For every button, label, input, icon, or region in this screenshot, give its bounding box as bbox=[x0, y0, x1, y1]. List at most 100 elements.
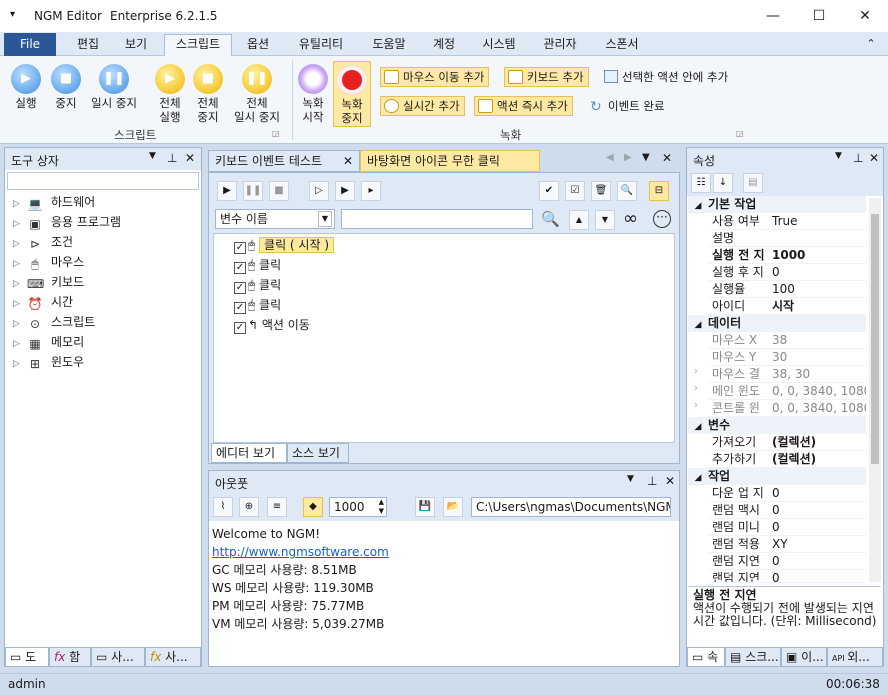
maximize-icon[interactable]: ☐ bbox=[796, 0, 842, 32]
dropdown-icon[interactable]: ▼ bbox=[642, 152, 650, 163]
menu-script[interactable]: 스크립트 bbox=[164, 34, 232, 56]
property-row[interactable]: 메인 윈도 0, 0, 3840, 1080 bbox=[708, 383, 866, 400]
category-data[interactable]: ◢ 데이터 bbox=[688, 315, 866, 332]
broom-icon[interactable]: ⌇ bbox=[213, 497, 233, 517]
expand-icon[interactable]: › bbox=[694, 383, 698, 394]
search-icon[interactable]: 🔍 bbox=[617, 181, 637, 201]
pause-button[interactable]: ❚❚ 일시 중지 bbox=[86, 64, 142, 110]
checkbox[interactable]: ✓ bbox=[234, 282, 246, 294]
action-row[interactable]: ✓ 🖱 클릭 bbox=[234, 275, 281, 295]
expand-icon[interactable]: › bbox=[694, 400, 698, 411]
menu-admin[interactable]: 관리자 bbox=[532, 35, 588, 55]
action-row[interactable]: ✓ 🖱 클릭 bbox=[234, 255, 281, 275]
tab-scroll-left-icon[interactable]: ◀ bbox=[606, 152, 614, 163]
property-row[interactable]: 설명 bbox=[708, 230, 866, 247]
move-down-icon[interactable]: ▼ bbox=[595, 210, 615, 230]
search-icon[interactable]: 🔍 bbox=[541, 210, 560, 228]
menu-sponsor[interactable]: 스폰서 bbox=[594, 35, 650, 55]
menu-edit[interactable]: 편집 bbox=[66, 35, 110, 55]
tab-external[interactable]: API 외... bbox=[827, 647, 883, 667]
add-realtime-button[interactable]: 실시간 추가 bbox=[380, 96, 465, 116]
stop-all-button[interactable]: ■ 전체 중지 bbox=[190, 64, 226, 124]
record-start-button[interactable]: 녹화 시작 bbox=[296, 64, 330, 124]
menu-account[interactable]: 계정 bbox=[422, 35, 466, 55]
tree-item-window[interactable]: ▷ ⊞ 윈도우 bbox=[13, 352, 84, 372]
tree-item-script[interactable]: ▷ ⊙ 스크립트 bbox=[13, 312, 95, 332]
pause-all-button[interactable]: ❚❚ 전체 일시 중지 bbox=[228, 64, 286, 124]
property-row[interactable]: 다운 업 지0 bbox=[708, 485, 866, 502]
tree-item-keyboard[interactable]: ▷ ⌨ 키보드 bbox=[13, 272, 84, 292]
more-icon[interactable]: ··· bbox=[653, 210, 671, 228]
property-row[interactable]: 가져오기 (컬렉션) bbox=[708, 434, 866, 451]
category-job[interactable]: ◢ 작업 bbox=[688, 468, 866, 485]
folder-icon[interactable]: 📂 bbox=[443, 497, 463, 517]
menu-help[interactable]: 도움말 bbox=[362, 35, 416, 55]
event-done-button[interactable]: ↻ 이벤트 완료 bbox=[588, 97, 665, 115]
property-row[interactable]: 랜덤 적용 XY bbox=[708, 536, 866, 553]
pause-icon[interactable]: ❚❚ bbox=[243, 181, 263, 201]
tab-functions[interactable]: fx 함 bbox=[49, 647, 91, 667]
close-icon[interactable]: ✕ bbox=[869, 151, 879, 165]
tree-item-condition[interactable]: ▷ ⊳ 조건 bbox=[13, 232, 73, 252]
close-icon[interactable]: ✕ bbox=[842, 0, 888, 32]
dropdown-icon[interactable]: ▼ bbox=[627, 474, 634, 484]
list-icon[interactable]: ≡ bbox=[267, 497, 287, 517]
tab-editor-view[interactable]: 에디터 보기 bbox=[211, 443, 287, 463]
property-row[interactable]: 랜덤 미니 0 bbox=[708, 519, 866, 536]
stop-icon[interactable]: ■ bbox=[269, 181, 289, 201]
add-file-icon[interactable]: ⊕ bbox=[239, 497, 259, 517]
property-row[interactable]: 추가하기 (컬렉션) bbox=[708, 451, 866, 468]
minimize-icon[interactable]: — bbox=[750, 0, 796, 32]
move-up-icon[interactable]: ▲ bbox=[569, 210, 589, 230]
tab-source-view[interactable]: 소스 보기 bbox=[287, 443, 349, 463]
categorized-icon[interactable]: ☷ bbox=[691, 173, 711, 193]
toolbox-search-input[interactable] bbox=[7, 172, 199, 190]
dropdown-icon[interactable]: ▼ bbox=[149, 151, 156, 161]
tree-item-hardware[interactable]: ▷ 💻 하드웨어 bbox=[13, 192, 95, 212]
tab-scroll-right-icon[interactable]: ▶ bbox=[624, 152, 632, 163]
tab-user-2[interactable]: fx 사... bbox=[145, 647, 201, 667]
pin-icon[interactable]: ⊥ bbox=[647, 474, 657, 488]
property-row[interactable]: 콘트롤 윈 0, 0, 3840, 1080 bbox=[708, 400, 866, 417]
property-row[interactable]: 실행 후 지0 bbox=[708, 264, 866, 281]
website-link[interactable]: http://www.ngmsoftware.com bbox=[212, 543, 389, 561]
tree-item-mouse[interactable]: ▷ 🖱 마우스 bbox=[13, 252, 84, 272]
tab-toolbox[interactable]: ▭ 도 bbox=[5, 647, 49, 667]
property-row[interactable]: 실행율 100 bbox=[708, 281, 866, 298]
add-mouse-move-button[interactable]: 마우스 이동 추가 bbox=[380, 67, 490, 87]
line-count-stepper[interactable]: 1000 ▲ ▼ bbox=[329, 497, 387, 517]
close-icon[interactable]: ✕ bbox=[185, 151, 195, 165]
close-tab-icon[interactable]: ✕ bbox=[343, 151, 353, 171]
action-row[interactable]: ✓ 🖱 클릭 ( 시작 ) bbox=[234, 235, 334, 255]
pin-icon[interactable]: ⊥ bbox=[853, 151, 863, 165]
tab-user-1[interactable]: ▭ 사... bbox=[91, 647, 145, 667]
play-from-icon[interactable]: ▸ bbox=[361, 181, 381, 201]
dropdown-icon[interactable]: ▼ bbox=[835, 151, 842, 161]
infinite-loop-icon[interactable]: ∞ bbox=[623, 208, 638, 229]
step-play-icon[interactable]: ▷ bbox=[309, 181, 329, 201]
tree-item-memory[interactable]: ▷ ▦ 메모리 bbox=[13, 332, 84, 352]
dialog-launcher-icon[interactable]: ◲ bbox=[736, 129, 744, 138]
check-icon[interactable]: ☑ bbox=[565, 181, 585, 201]
file-menu[interactable]: File bbox=[4, 33, 56, 56]
property-row[interactable]: 실행 전 지 1000 bbox=[708, 247, 866, 264]
pin-icon[interactable]: ⊥ bbox=[167, 151, 177, 165]
tab-desktop-icon-click[interactable]: 바탕화면 아이콘 무한 클릭 bbox=[360, 150, 540, 172]
save-icon[interactable]: 💾 bbox=[415, 497, 435, 517]
system-menu-icon[interactable]: ▾ bbox=[10, 9, 15, 20]
property-row[interactable]: 사용 여부 True bbox=[708, 213, 866, 230]
tab-images[interactable]: ▣ 이... bbox=[781, 647, 827, 667]
tab-scripts[interactable]: ▤ 스크... bbox=[725, 647, 781, 667]
stepper-arrows-icon[interactable]: ▲ ▼ bbox=[379, 498, 384, 516]
tab-keyboard-event-test[interactable]: 키보드 이벤트 테스트 ✕ bbox=[208, 150, 360, 172]
add-keyboard-button[interactable]: 키보드 추가 bbox=[504, 67, 589, 87]
play-icon[interactable]: ▶ bbox=[217, 181, 237, 201]
property-row[interactable]: 마우스 Y 30 bbox=[708, 349, 866, 366]
collapse-ribbon-icon[interactable]: ⌃ bbox=[862, 35, 880, 55]
property-row[interactable]: 랜덤 지연 0 bbox=[708, 570, 866, 583]
record-stop-button[interactable]: 녹화 중지 bbox=[333, 61, 371, 127]
sort-az-icon[interactable]: ↓ bbox=[713, 173, 733, 193]
action-row[interactable]: ✓ ↰ 액션 이동 bbox=[234, 315, 310, 335]
run-button[interactable]: ▶ 실행 bbox=[8, 64, 44, 110]
property-row[interactable]: 마우스 결 38, 30 bbox=[708, 366, 866, 383]
